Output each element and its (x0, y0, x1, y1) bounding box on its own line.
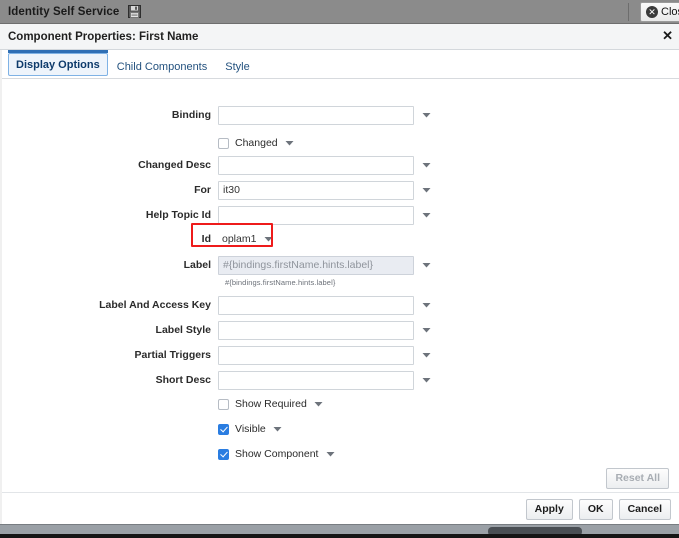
field-row-for: For (0, 179, 460, 201)
checkbox-show-required-label: Show Required (235, 398, 307, 410)
checkbox-changed-label: Changed (235, 137, 278, 149)
checkbox-row-show-required: Show Required (0, 394, 326, 414)
component-properties-window: Identity Self Service ✕ Close Component … (0, 0, 679, 538)
chevron-down-icon[interactable] (419, 206, 433, 225)
chevron-down-icon[interactable] (419, 106, 433, 125)
dialog-footer: Apply OK Cancel (0, 492, 679, 522)
chevron-down-icon[interactable] (419, 346, 433, 365)
chevron-down-icon[interactable] (283, 136, 297, 150)
tab-bar: Display Options Child Components Style (0, 50, 679, 79)
label-label: Label (183, 259, 211, 271)
chevron-down-icon[interactable] (419, 371, 433, 390)
chevron-down-icon[interactable] (312, 397, 326, 411)
input-label-style[interactable] (218, 320, 414, 340)
checkbox-row-visible: Visible (0, 419, 285, 439)
value-id[interactable]: oplam1 (222, 233, 256, 245)
chevron-down-icon[interactable] (419, 181, 433, 200)
label-partial-triggers: Partial Triggers (134, 349, 211, 361)
label-label-and-access-key: Label And Access Key (99, 299, 211, 311)
chevron-down-icon[interactable] (419, 321, 433, 340)
chevron-down-icon[interactable] (419, 156, 433, 175)
close-button-label: Close (661, 6, 679, 18)
tab-style-label: Style (225, 61, 250, 73)
ok-button[interactable]: OK (578, 499, 613, 520)
tab-child-components-label: Child Components (116, 61, 208, 73)
label-help-topic-id: Help Topic Id (145, 209, 211, 221)
checkbox-visible-label: Visible (235, 423, 266, 435)
checkbox-show-component-label: Show Component (235, 448, 319, 460)
field-row-partial-triggers: Partial Triggers (0, 344, 460, 366)
chevron-down-icon[interactable] (271, 422, 285, 436)
field-row-help-topic-id: Help Topic Id (0, 204, 460, 226)
reset-all-button[interactable]: Reset All (606, 468, 669, 489)
save-disk-icon[interactable] (128, 5, 142, 18)
appbar-separator (628, 3, 629, 21)
label-for: For (194, 184, 211, 196)
input-label[interactable] (218, 255, 414, 275)
dialog-close-icon[interactable]: ✕ (662, 28, 673, 44)
label-helper-text: #{bindings.firstName.hints.label} (225, 278, 336, 287)
close-circle-icon: ✕ (646, 6, 658, 18)
chevron-down-icon[interactable] (419, 296, 433, 315)
input-help-topic-id[interactable] (218, 205, 414, 225)
bottom-edge-strip (0, 534, 679, 538)
display-options-form: Binding Changed Changed Desc For it30 He… (0, 79, 679, 461)
field-row-binding: Binding (0, 104, 460, 126)
chevron-down-icon[interactable] (419, 256, 433, 275)
input-for[interactable] (218, 180, 414, 200)
field-row-id: Id oplam1 (0, 229, 275, 249)
application-bar: Identity Self Service ✕ Close (0, 0, 679, 24)
checkbox-row-show-component: Show Component (0, 444, 337, 464)
field-row-label-style: Label Style (0, 319, 460, 341)
close-button[interactable]: ✕ Close (640, 2, 679, 22)
label-label-style: Label Style (155, 324, 211, 336)
dialog-title: Component Properties: First Name (8, 30, 199, 43)
tab-style[interactable]: Style (216, 54, 258, 79)
checkbox-show-component[interactable] (218, 448, 229, 460)
field-row-label: Label (0, 254, 460, 276)
input-binding[interactable] (218, 105, 414, 125)
field-row-short-desc: Short Desc (0, 369, 460, 391)
checkbox-row-changed: Changed (0, 133, 297, 153)
reset-all-wrapper: Reset All (606, 468, 669, 489)
input-short-desc[interactable] (218, 370, 414, 390)
input-partial-triggers[interactable] (218, 345, 414, 365)
field-row-changed-desc: Changed Desc (0, 154, 460, 176)
apply-button[interactable]: Apply (525, 499, 573, 520)
chevron-down-icon[interactable] (261, 232, 275, 246)
label-binding: Binding (171, 109, 211, 121)
chevron-down-icon[interactable] (323, 447, 337, 461)
footer-button-group: Apply OK Cancel (525, 499, 671, 520)
application-title: Identity Self Service (8, 5, 120, 18)
field-row-label-and-access-key: Label And Access Key (0, 294, 460, 316)
tab-display-options[interactable]: Display Options (8, 50, 108, 76)
input-changed-desc[interactable] (218, 155, 414, 175)
label-id: Id (201, 233, 211, 245)
tab-child-components[interactable]: Child Components (108, 54, 217, 79)
left-edge-strip (0, 50, 2, 524)
dialog-header: Component Properties: First Name ✕ (0, 24, 679, 50)
input-label-and-access-key[interactable] (218, 295, 414, 315)
tab-display-options-label: Display Options (16, 59, 100, 71)
checkbox-show-required[interactable] (218, 398, 229, 410)
cancel-button[interactable]: Cancel (618, 499, 671, 520)
checkbox-changed[interactable] (218, 137, 229, 149)
label-changed-desc: Changed Desc (138, 159, 211, 171)
checkbox-visible[interactable] (218, 423, 229, 435)
label-short-desc: Short Desc (155, 374, 211, 386)
